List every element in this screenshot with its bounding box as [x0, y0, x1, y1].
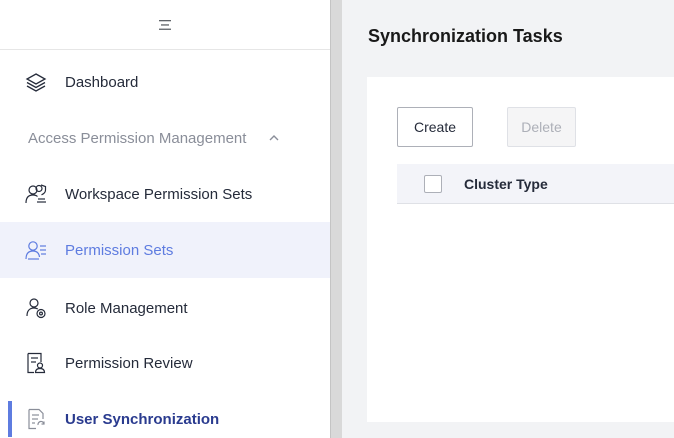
document-sync-icon — [24, 407, 48, 431]
tasks-card: Create Delete Cluster Type — [367, 77, 674, 422]
users-shield-icon — [24, 182, 48, 206]
main-content: Synchronization Tasks Create Delete Clus… — [342, 0, 674, 438]
sidebar-item-role-management[interactable]: Role Management — [0, 280, 330, 336]
chevron-up-icon — [268, 134, 280, 142]
delete-button[interactable]: Delete — [507, 107, 576, 147]
divider-line — [330, 0, 331, 438]
sidebar-item-workspace-permission-sets[interactable]: Workspace Permission Sets — [0, 166, 330, 222]
sidebar-divider[interactable] — [330, 0, 342, 438]
sidebar-item-label: Permission Review — [65, 354, 193, 372]
menu-icon — [158, 19, 172, 31]
sidebar-item-label: Dashboard — [65, 73, 139, 91]
table-header: Cluster Type — [397, 164, 674, 204]
menu-toggle-button[interactable] — [0, 0, 330, 50]
document-user-icon — [24, 351, 48, 375]
sidebar-item-permission-sets[interactable]: Permission Sets — [0, 222, 330, 278]
sidebar-group-label: Access Permission Management — [28, 129, 247, 147]
sidebar: Dashboard Access Permission Management W… — [0, 0, 330, 438]
page-title: Synchronization Tasks — [368, 26, 563, 46]
column-header-cluster-type[interactable]: Cluster Type — [464, 176, 548, 192]
user-settings-icon — [24, 296, 48, 320]
sidebar-item-user-synchronization[interactable]: User Synchronization — [0, 391, 330, 438]
user-list-icon — [24, 238, 48, 262]
create-button[interactable]: Create — [397, 107, 473, 147]
sidebar-group-access-permission[interactable]: Access Permission Management — [0, 110, 330, 166]
sidebar-item-label: Role Management — [65, 299, 188, 317]
sidebar-item-dashboard[interactable]: Dashboard — [0, 54, 330, 110]
sidebar-item-label: Workspace Permission Sets — [65, 185, 253, 203]
sidebar-item-label: Permission Sets — [65, 241, 174, 259]
sidebar-item-permission-review[interactable]: Permission Review — [0, 335, 330, 391]
layers-icon — [24, 70, 48, 94]
select-all-checkbox[interactable] — [424, 174, 442, 193]
sidebar-item-label: User Synchronization — [65, 410, 220, 428]
